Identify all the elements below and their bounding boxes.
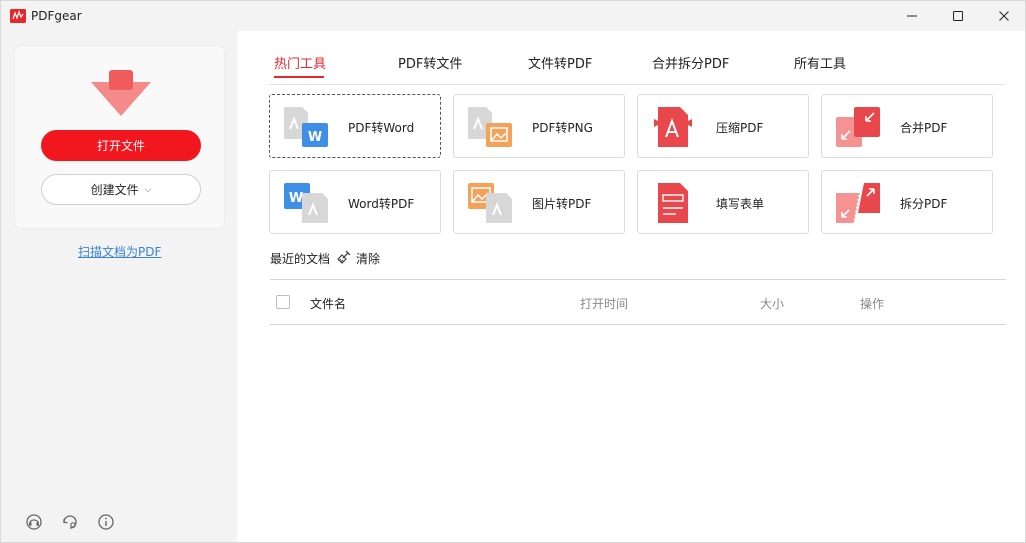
tab-popular-tools[interactable]: 热门工具 (274, 53, 326, 72)
tool-split-pdf[interactable]: 拆分PDF (821, 170, 993, 234)
broom-icon[interactable] (336, 249, 352, 268)
create-file-button[interactable]: 创建文件 ⌵ (41, 174, 201, 205)
split-pdf-icon (834, 181, 884, 225)
tool-label: PDF转Word (348, 121, 415, 135)
tool-label: PDF转PNG (532, 121, 593, 135)
file-drop-icon (89, 68, 153, 121)
tool-pdf-to-png[interactable]: PDF转PNG (453, 94, 625, 158)
close-icon (999, 11, 1009, 21)
tool-label: 图片转PDF (532, 197, 592, 211)
scan-to-pdf-link[interactable]: 扫描文档为PDF (78, 243, 161, 260)
tab-file-to-pdf[interactable]: 文件转PDF (528, 53, 592, 72)
word-to-pdf-icon: W (282, 181, 332, 225)
svg-text:W: W (308, 130, 322, 145)
tool-fill-form[interactable]: 填写表单 (637, 170, 809, 234)
clear-recent-button[interactable]: 清除 (356, 250, 380, 267)
minimize-icon (907, 15, 917, 17)
create-file-label: 创建文件 (90, 183, 139, 197)
maximize-button[interactable] (935, 1, 981, 31)
sidebar: 打开文件 创建文件 ⌵ 扫描文档为PDF (1, 31, 237, 542)
tab-merge-split-pdf[interactable]: 合并拆分PDF (652, 53, 729, 72)
tool-label: 填写表单 (716, 197, 765, 211)
recent-table-header: 文件名 打开时间 大小 操作 (270, 280, 1006, 325)
main-panel: 热门工具 PDF转文件 文件转PDF 合并拆分PDF 所有工具 W PDF转Wo… (237, 31, 1025, 542)
svg-text:W: W (289, 191, 303, 206)
fill-form-icon (650, 181, 700, 225)
tool-word-to-pdf[interactable]: W Word转PDF (269, 170, 441, 234)
recent-documents-title: 最近的文档 (270, 252, 331, 266)
tool-compress-pdf[interactable]: 压缩PDF (637, 94, 809, 158)
maximize-icon (953, 11, 963, 21)
tool-merge-pdf[interactable]: 合并PDF (821, 94, 993, 158)
tabs-divider (269, 84, 1005, 85)
sidebar-bottom-icons (25, 513, 115, 531)
close-button[interactable] (981, 1, 1026, 31)
tool-label: 合并PDF (900, 121, 948, 135)
column-open-time[interactable]: 打开时间 (580, 295, 628, 312)
column-actions: 操作 (860, 297, 885, 311)
tool-pdf-to-word[interactable]: W PDF转Word (269, 94, 441, 158)
tool-label: 压缩PDF (716, 121, 764, 135)
active-tab-indicator (274, 76, 324, 78)
column-file-name[interactable]: 文件名 (310, 295, 346, 312)
open-file-card[interactable]: 打开文件 创建文件 ⌵ (14, 45, 225, 229)
column-size[interactable]: 大小 (760, 295, 784, 312)
minimize-button[interactable] (889, 1, 935, 31)
tool-tabs: 热门工具 PDF转文件 文件转PDF 合并拆分PDF 所有工具 (237, 31, 1025, 85)
tab-all-tools[interactable]: 所有工具 (794, 53, 846, 72)
tool-image-to-pdf[interactable]: 图片转PDF (453, 170, 625, 234)
support-icon[interactable] (25, 513, 43, 531)
chevron-down-icon: ⌵ (144, 184, 152, 195)
settings-icon[interactable] (61, 513, 79, 531)
title-bar: PDFgear (1, 1, 1025, 31)
merge-pdf-icon (834, 105, 884, 149)
app-title: PDFgear (31, 9, 82, 23)
tool-label: 拆分PDF (900, 197, 948, 211)
tab-pdf-to-file[interactable]: PDF转文件 (398, 53, 462, 72)
compress-pdf-icon (650, 105, 700, 149)
tool-label: Word转PDF (348, 197, 415, 211)
select-all-checkbox[interactable] (276, 295, 290, 309)
image-to-pdf-icon (466, 181, 516, 225)
pdfgear-logo-icon (10, 9, 26, 23)
pdf-to-word-icon: W (282, 105, 332, 149)
info-icon[interactable] (97, 513, 115, 531)
pdf-to-png-icon (466, 105, 516, 149)
open-file-button[interactable]: 打开文件 (41, 130, 201, 161)
